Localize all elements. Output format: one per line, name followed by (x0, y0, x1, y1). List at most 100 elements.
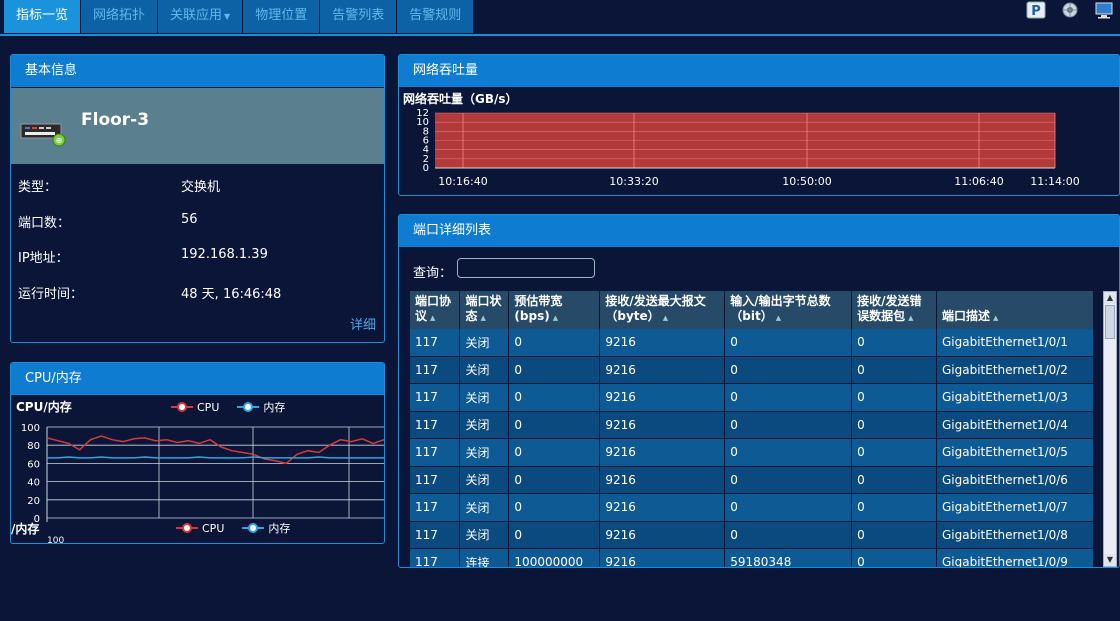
table-cell: 0 (508, 466, 601, 494)
column-header[interactable]: 端口协议 ▲ (410, 291, 461, 329)
tab-1[interactable]: 网络拓扑 (81, 0, 159, 33)
sort-icon[interactable]: ▲ (776, 314, 781, 322)
sort-icon[interactable]: ▲ (480, 314, 485, 322)
tab-4[interactable]: 告警列表 (320, 0, 398, 33)
table-row[interactable]: 117 关闭 0 9216 0 0 GigabitEthernet1/0/7 (410, 493, 1094, 522)
port-table-scrollbar[interactable]: ▲ ▼ (1103, 291, 1117, 567)
column-header-line1: 接收/发送错 (857, 294, 922, 308)
table-cell: 0 (851, 383, 937, 412)
search-input[interactable] (457, 258, 595, 278)
series-line-cpu (46, 435, 384, 465)
table-row[interactable]: 117 关闭 0 9216 0 0 GigabitEthernet1/0/6 (410, 466, 1094, 494)
device-name: Floor-3 (81, 110, 150, 130)
table-cell: GigabitEthernet1/0/7 (936, 493, 1094, 522)
cpu-chart-title: CPU/内存 (16, 400, 72, 414)
tab-label: 网络拓扑 (93, 8, 146, 23)
tab-0[interactable]: 指标一览 (4, 0, 82, 33)
sort-icon[interactable]: ▲ (908, 314, 913, 322)
cpu-legend: CPU 内存 (171, 399, 285, 415)
table-row[interactable]: 117 关闭 0 9216 0 0 GigabitEthernet1/0/4 (410, 411, 1094, 439)
table-cell: 0 (851, 438, 937, 467)
parking-p-icon[interactable]: P (1026, 1, 1046, 19)
table-cell: GigabitEthernet1/0/8 (936, 521, 1094, 549)
column-header-line2: 端口描述 ▲ (942, 309, 1088, 326)
table-row[interactable]: 117 关闭 0 9216 0 0 GigabitEthernet1/0/5 (410, 438, 1094, 467)
table-cell: GigabitEthernet1/0/9 (936, 548, 1094, 567)
table-cell: 连接 (459, 548, 510, 567)
table-cell: GigabitEthernet1/0/5 (936, 438, 1094, 467)
table-cell: 0 (724, 329, 853, 357)
table-cell: 9216 (599, 383, 726, 412)
table-cell: 0 (508, 329, 601, 357)
column-header[interactable]: 端口状态 ▲ (459, 291, 510, 329)
tab-2[interactable]: 关联应用 ▼ (158, 0, 244, 33)
port-table-header: 端口协议 ▲ 端口状态 ▲ 预估带宽(bps) ▲ 接收/发送最大报文 （byte） ▲ 输入/输… (410, 291, 1094, 329)
column-header-text: 端口描述 (942, 309, 991, 323)
switch-device-icon: ⊕ (19, 120, 69, 152)
column-header[interactable]: 输入/输出字节总数 （bit） ▲ (724, 291, 853, 329)
tab-label: 告警规则 (409, 8, 462, 23)
throughput-panel: 网络吞吐量 网络吞吐量（GB/s） 0 2 4 6 8 10 12 10:16:40 10:33… (398, 54, 1120, 196)
port-detail-title: 端口详细列表 (399, 215, 1119, 247)
column-header-line1: 端口状 (465, 294, 502, 308)
info-value: 48 天, 16:46:48 (181, 286, 282, 302)
search-label: 查询： (413, 266, 453, 281)
tab-3[interactable]: 物理位置 (243, 0, 321, 33)
globe-gear-icon[interactable] (1060, 1, 1080, 19)
table-cell: 0 (724, 411, 853, 439)
info-label: 类型： (18, 180, 58, 195)
table-cell: 关闭 (459, 356, 510, 384)
svg-text:P: P (1031, 4, 1041, 19)
sort-icon[interactable]: ▲ (663, 314, 668, 322)
detail-link[interactable]: 详细 (350, 314, 376, 333)
chevron-down-icon: ▼ (224, 12, 231, 21)
table-row[interactable]: 117 连接 100000000 9216 59180348 0 GigabitEthern… (410, 548, 1094, 567)
table-cell: 0 (508, 438, 601, 467)
x-tick-label: 10:16:40 (438, 175, 487, 188)
table-cell: 0 (851, 411, 937, 439)
table-cell: 117 (410, 521, 461, 549)
table-cell: 0 (508, 411, 601, 439)
table-row[interactable]: 117 关闭 0 9216 0 0 GigabitEthernet1/0/1 (410, 329, 1094, 357)
sort-icon[interactable]: ▲ (430, 314, 435, 322)
scroll-down-arrow[interactable]: ▼ (1104, 554, 1116, 566)
cpu-memory-panel: CPU/内存 CPU/内存 CPU 内存 0 20 40 60 80 100 /内存 CP… (10, 362, 385, 544)
column-header-line2: 误数据包 ▲ (857, 309, 931, 326)
info-value: 交换机 (181, 180, 221, 195)
basic-info-title: 基本信息 (11, 55, 384, 87)
tab-label: 指标一览 (16, 8, 69, 23)
sort-icon[interactable]: ▲ (993, 314, 998, 322)
column-header-line2: （bit） ▲ (730, 309, 846, 326)
table-cell: 117 (410, 548, 461, 567)
scroll-up-arrow[interactable]: ▲ (1104, 292, 1116, 304)
column-header-line2: 议 ▲ (415, 309, 454, 326)
info-label: 运行时间： (18, 286, 84, 302)
y-tick-label: 60 (27, 459, 40, 470)
column-header[interactable]: 接收/发送最大报文 （byte） ▲ (599, 291, 726, 329)
x-tick-label: 10:33:20 (609, 175, 658, 188)
table-cell: 0 (851, 466, 937, 494)
basic-info-panel: 基本信息 ⊕ Floor-3 类型： 交换机 端口数： 56 IP地址： 192.168.… (10, 54, 385, 343)
table-row[interactable]: 117 关闭 0 9216 0 0 GigabitEthernet1/0/3 (410, 383, 1094, 412)
table-row[interactable]: 117 关闭 0 9216 0 0 GigabitEthernet1/0/8 (410, 521, 1094, 549)
column-header[interactable]: 端口描述 ▲ (936, 291, 1094, 329)
info-value: 192.168.1.39 (181, 247, 268, 262)
table-cell: 0 (724, 356, 853, 384)
column-header[interactable]: 预估带宽(bps) ▲ (508, 291, 601, 329)
column-header[interactable]: 接收/发送错 误数据包 ▲ (851, 291, 937, 329)
sort-icon[interactable]: ▲ (553, 314, 558, 322)
column-header-line1: 端口协 (415, 294, 452, 308)
table-cell: 0 (508, 383, 601, 412)
table-cell: 9216 (599, 438, 726, 467)
tab-label: 告警列表 (332, 8, 385, 23)
table-row[interactable]: 117 关闭 0 9216 0 0 GigabitEthernet1/0/2 (410, 356, 1094, 384)
table-cell: 0 (724, 521, 853, 549)
column-header-text: （byte） (605, 309, 660, 323)
table-cell: 关闭 (459, 383, 510, 412)
table-cell: 关闭 (459, 521, 510, 549)
tab-5[interactable]: 告警规则 (397, 0, 475, 33)
scroll-thumb[interactable] (1105, 305, 1115, 339)
table-cell: 9216 (599, 411, 726, 439)
monitor-icon[interactable] (1094, 1, 1114, 19)
table-cell: GigabitEthernet1/0/6 (936, 466, 1094, 494)
